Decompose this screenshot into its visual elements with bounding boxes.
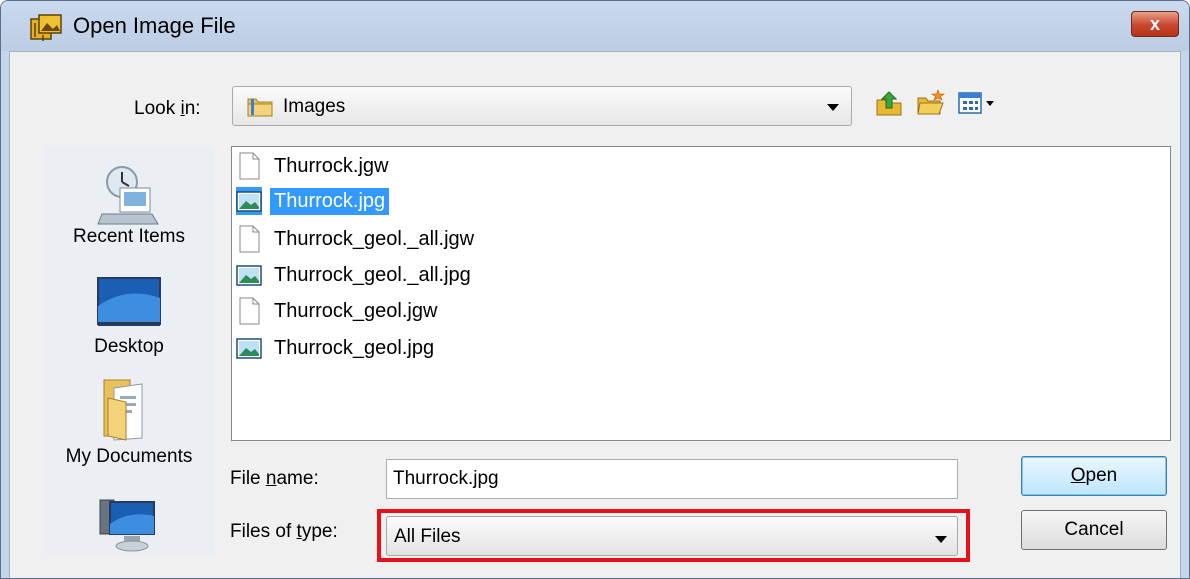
place-label: Recent Items	[73, 226, 185, 247]
files-of-type-label: Files of type:	[230, 521, 338, 542]
close-icon: x	[1149, 14, 1160, 34]
image-file-icon	[30, 14, 62, 41]
places-bar: Recent Items Desktop My Documents	[44, 146, 214, 554]
file-name: Thurrock_geol._all.jpg	[274, 263, 471, 286]
close-button[interactable]: x	[1131, 11, 1179, 37]
file-name: Thurrock_geol.jgw	[274, 299, 438, 322]
cancel-button[interactable]: Cancel	[1021, 510, 1167, 550]
image-file-icon	[236, 265, 262, 286]
look-in-value: Images	[283, 96, 346, 117]
open-button[interactable]: Open	[1021, 456, 1167, 496]
file-name: Thurrock_geol._all.jgw	[274, 227, 475, 250]
file-row[interactable]: Thurrock_geol.jgw	[236, 295, 441, 327]
image-file-icon	[236, 187, 262, 215]
document-file-icon	[239, 225, 260, 253]
file-row-selected[interactable]: Thurrock.jpg	[236, 185, 390, 217]
document-file-icon	[239, 297, 260, 325]
file-name: Thurrock_geol.jpg	[274, 336, 435, 359]
chevron-down-icon[interactable]	[827, 104, 839, 111]
create-new-folder-icon[interactable]	[916, 88, 946, 118]
image-file-icon	[236, 338, 262, 359]
place-computer[interactable]	[44, 494, 214, 554]
my-documents-icon	[103, 379, 143, 441]
folder-icon	[247, 98, 273, 117]
highlight-box	[377, 509, 970, 562]
up-one-level-icon[interactable]	[874, 88, 904, 118]
place-label: My Documents	[65, 446, 193, 467]
desktop-icon	[97, 277, 161, 326]
place-desktop[interactable]: Desktop	[44, 268, 214, 368]
file-name: Thurrock.jpg	[270, 187, 390, 215]
file-row[interactable]: Thurrock_geol.jpg	[236, 332, 438, 364]
look-in-dropdown[interactable]: Images	[232, 86, 852, 126]
file-list[interactable]: Thurrock.jgw Thurrock.jpg Thurrock_geol.…	[231, 146, 1171, 441]
file-name-field[interactable]	[386, 459, 958, 499]
dialog-title: Open Image File	[73, 13, 236, 38]
file-row[interactable]: Thurrock.jgw	[236, 150, 392, 182]
document-file-icon	[239, 152, 260, 180]
recent-items-icon	[97, 166, 159, 225]
file-name-label: File name:	[230, 468, 319, 489]
title-bar[interactable]: Open Image File x	[1, 1, 1189, 51]
computer-icon	[99, 499, 155, 552]
look-in-label: Look in:	[134, 98, 201, 119]
place-label: Desktop	[94, 336, 164, 357]
file-row[interactable]: Thurrock_geol._all.jgw	[236, 223, 478, 255]
file-name: Thurrock.jgw	[274, 154, 389, 177]
place-my-documents[interactable]: My Documents	[44, 378, 214, 478]
place-recent-items[interactable]: Recent Items	[44, 156, 214, 256]
file-row[interactable]: Thurrock_geol._all.jpg	[236, 259, 475, 291]
view-menu-icon[interactable]	[956, 88, 1006, 118]
